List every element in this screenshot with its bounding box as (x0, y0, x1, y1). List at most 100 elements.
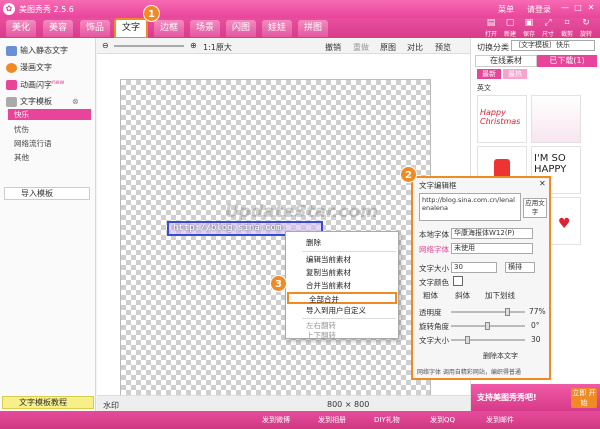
save-button[interactable]: ▣ 保存 (520, 18, 538, 38)
import-template-button[interactable]: 导入模板 (4, 187, 90, 200)
crop-button[interactable]: ⌗ 裁剪 (558, 18, 576, 38)
tab-frame[interactable]: 边框 (154, 20, 185, 37)
undo-button[interactable]: 撤销 (325, 42, 341, 53)
tab-downloaded[interactable]: 已下载(1) (537, 55, 597, 67)
angle-label: 旋转角度 (419, 322, 449, 331)
open-button[interactable]: ▤ 打开 (482, 18, 500, 38)
sort-new[interactable]: 最新 (477, 69, 501, 79)
crop-icon: ⌗ (564, 18, 570, 28)
size-select[interactable]: 30 (451, 262, 497, 273)
flash-text-item[interactable]: 动画闪字new (6, 79, 64, 91)
image-size: 800 × 800 (327, 400, 370, 409)
template-sub-other[interactable]: 其他 (14, 152, 29, 163)
menu-merge-current[interactable]: 合并当前素材 (286, 280, 398, 291)
preview-button[interactable]: 预览 (435, 42, 451, 53)
close-button[interactable]: ✕ (586, 3, 596, 13)
template-sub-sad[interactable]: 忧伤 (14, 124, 29, 135)
comic-text-item[interactable]: 漫画文字 (6, 62, 52, 73)
category-label: 切换分类 (477, 43, 509, 52)
zoom-in-icon[interactable]: ⊕ (190, 41, 197, 50)
template-sub-popular[interactable]: 网络流行语 (14, 138, 52, 149)
tab-beautify[interactable]: 美化 (6, 20, 37, 37)
tab-doll[interactable]: 娃娃 (262, 20, 293, 37)
rotate-icon: ↻ (582, 18, 590, 28)
share-weibo-link[interactable]: 发到微博 (262, 415, 290, 425)
sparkle-icon (6, 80, 17, 91)
compare-button[interactable]: 对比 (407, 42, 423, 53)
bold-toggle[interactable]: 粗体 (423, 290, 438, 301)
speech-bubble-icon (6, 62, 17, 73)
size-button[interactable]: ⤢ 尺寸 (539, 18, 557, 38)
zoom-level[interactable]: 1:1原大 (203, 42, 232, 53)
italic-toggle[interactable]: 斜体 (455, 290, 470, 301)
zoom-out-icon[interactable]: ⊖ (102, 41, 109, 50)
tab-flash[interactable]: 闪图 (226, 20, 257, 37)
app-window: ✿ 美图秀秀 2.5.6 菜单 请登录 — □ ✕ 美化 美容 饰品 文字 边框… (0, 0, 600, 429)
menu-edit-current[interactable]: 编辑当前素材 (286, 254, 398, 265)
share-qq-link[interactable]: 发到QQ (430, 415, 455, 425)
text-template-item[interactable]: 文字模板 ⊗ (6, 96, 79, 107)
start-now-button[interactable]: 立即 开始 (571, 388, 597, 408)
fontsize-label: 文字大小 (419, 336, 449, 345)
minimize-button[interactable]: — (560, 3, 570, 13)
menu-import-custom[interactable]: 导入到用户自定义 (286, 305, 398, 316)
dialog-close-button[interactable]: ✕ (539, 179, 546, 188)
angle-value: 0° (531, 321, 540, 330)
size-label: 文字大小 (419, 264, 449, 273)
apply-text-button[interactable]: 应用文字 (523, 198, 547, 218)
new-button[interactable]: ▢ 新建 (501, 18, 519, 38)
menu-link[interactable]: 菜单 (498, 4, 514, 15)
tab-beauty[interactable]: 美容 (43, 20, 74, 37)
orientation-select[interactable]: 横排 (505, 262, 535, 273)
original-button[interactable]: 原图 (380, 42, 396, 53)
delete-text-button[interactable]: 删除本文字 (483, 351, 518, 361)
open-icon: ▤ (486, 18, 496, 28)
tutorial-button[interactable]: 文字模板教程 (2, 396, 94, 409)
category-select[interactable]: 〔文字模板〕快乐 (511, 40, 595, 51)
zoom-slider[interactable] (114, 45, 184, 47)
support-banner[interactable]: 支持美图秀秀吧! 立即 开始 (471, 384, 600, 411)
opacity-slider[interactable] (451, 308, 525, 316)
font-label: 本地字体 (419, 230, 449, 239)
tab-online[interactable]: 在线素材 (475, 55, 537, 67)
template-thumb[interactable]: Happy Christmas (477, 95, 527, 143)
title-bar: ✿ 美图秀秀 2.5.6 菜单 请登录 — □ ✕ (0, 0, 600, 18)
menu-flip-vertical[interactable]: 上下翻转 (286, 330, 398, 341)
diy-gift-link[interactable]: DIY礼物 (374, 415, 400, 425)
net-font-select[interactable]: 未使用 (451, 243, 533, 254)
tab-text[interactable]: 文字 (114, 18, 149, 39)
fontsize-slider[interactable] (451, 336, 525, 344)
redo-button[interactable]: 重做 (353, 42, 369, 53)
share-mail-link[interactable]: 发到邮件 (486, 415, 514, 425)
menu-copy-current[interactable]: 复制当前素材 (286, 267, 398, 278)
template-sub-happy[interactable]: 快乐 (8, 109, 91, 120)
input-static-text-item[interactable]: 输入静态文字 (6, 45, 68, 56)
tab-scene[interactable]: 场景 (190, 20, 221, 37)
context-menu: 删除 编辑当前素材 复制当前素材 合并当前素材 全部合并 导入到用户自定义 左右… (285, 231, 399, 341)
rotate-button[interactable]: ↻ 旋转 (577, 18, 595, 38)
sort-hot[interactable]: 最热 (503, 69, 527, 79)
login-link[interactable]: 请登录 (527, 4, 551, 15)
menu-merge-all[interactable]: 全部合并 (287, 292, 397, 304)
font-select[interactable]: 华康海报体W12(P) (451, 228, 533, 239)
color-swatch[interactable] (453, 276, 463, 286)
maximize-button[interactable]: □ (573, 3, 583, 13)
template-icon (6, 96, 17, 107)
text-input[interactable]: http://blog.sina.com.cn/lenalenalena (419, 193, 521, 221)
opacity-value: 77% (529, 307, 546, 316)
status-bar: 水印 800 × 800 (97, 395, 470, 411)
share-album-link[interactable]: 发到相册 (318, 415, 346, 425)
underline-toggle[interactable]: 加下划线 (485, 290, 515, 301)
canvas-toolbar: ⊖ ⊕ 1:1原大 撤销 重做 原图 对比 预览 (97, 38, 470, 54)
tab-accessories[interactable]: 饰品 (80, 20, 111, 37)
watermark-label[interactable]: 水印 (103, 400, 119, 411)
angle-slider[interactable] (451, 322, 525, 330)
collapse-icon[interactable]: ⊗ (72, 97, 79, 106)
tab-puzzle[interactable]: 拼图 (298, 20, 329, 37)
net-font-label: 网络字体 (419, 245, 449, 254)
app-title: 美图秀秀 2.5.6 (19, 5, 74, 14)
watermark: UpdateStar.com (225, 202, 378, 222)
bottom-bar: 发到微博 发到相册 DIY礼物 发到QQ 发到邮件 (0, 411, 600, 429)
template-thumb[interactable] (531, 95, 581, 143)
menu-delete[interactable]: 删除 (286, 237, 398, 248)
